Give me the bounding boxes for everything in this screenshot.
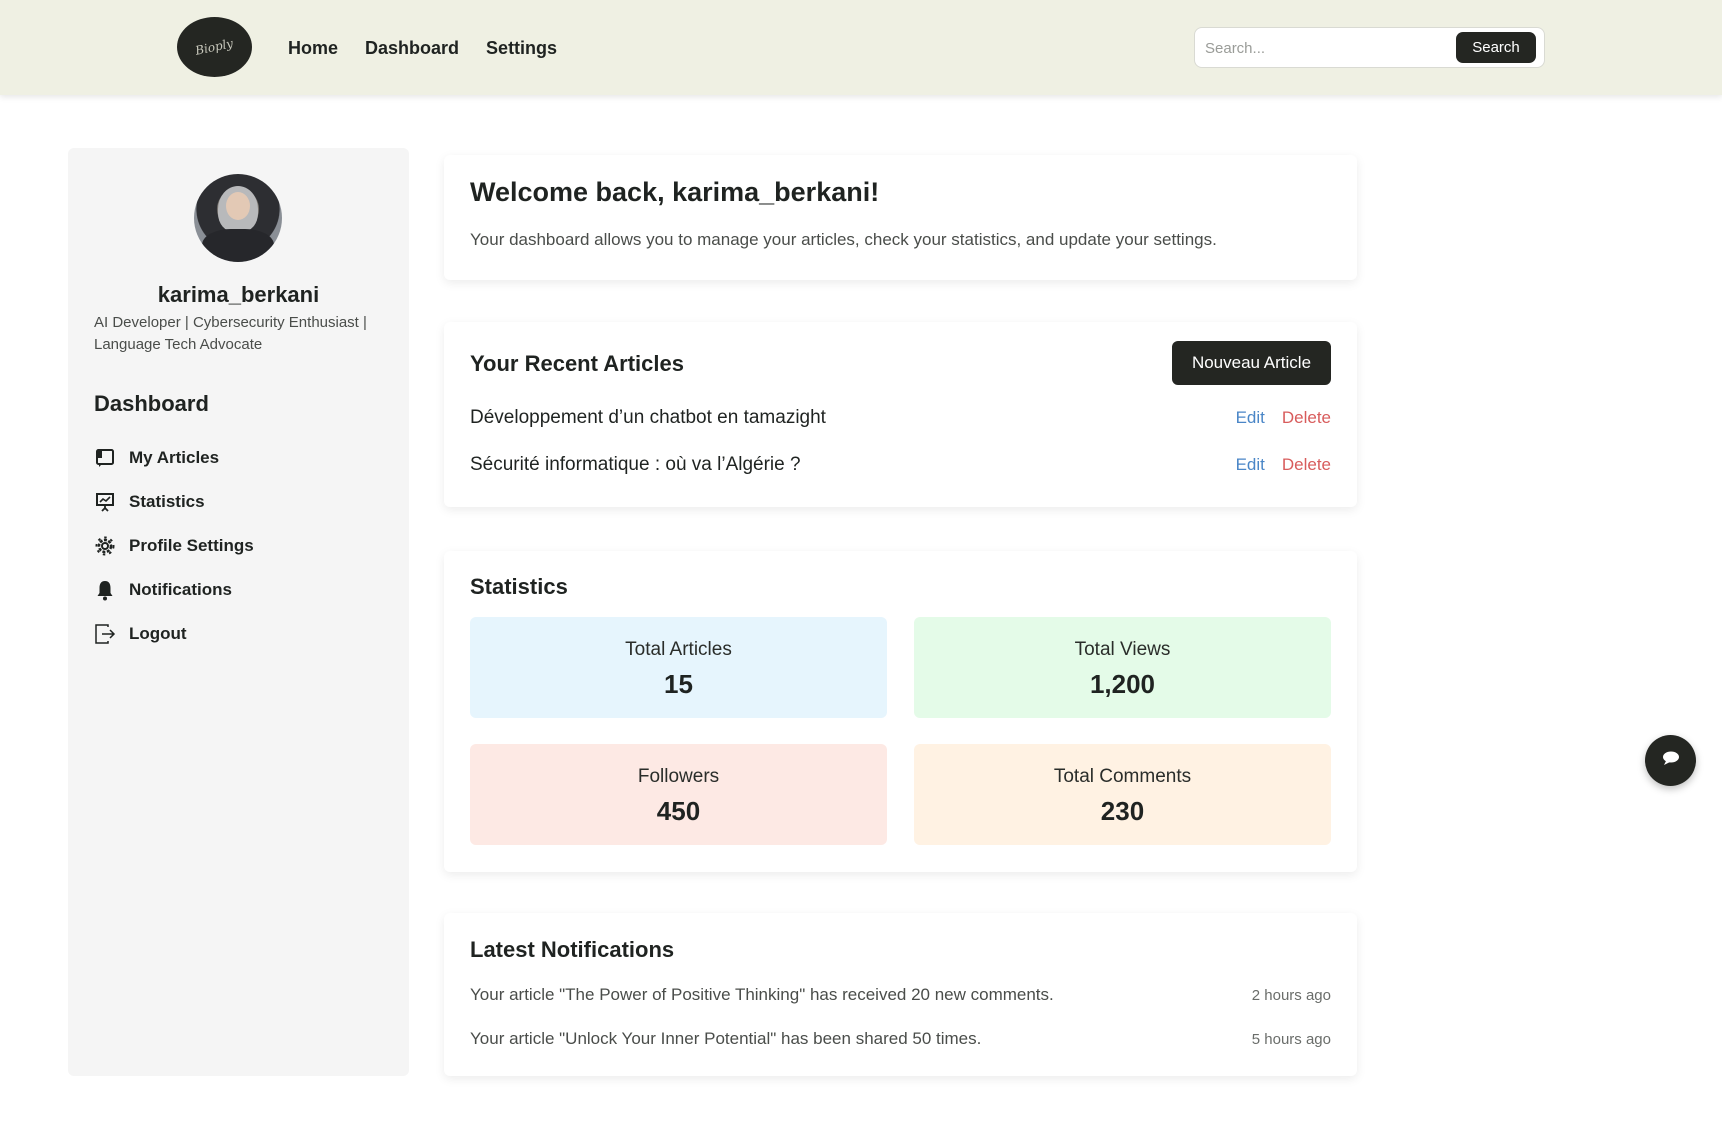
top-navbar: Bioply Home Dashboard Settings Search [0, 0, 1722, 95]
stat-value: 450 [656, 796, 701, 826]
logout-icon [94, 623, 116, 645]
sidebar-item-label: My Articles [129, 448, 220, 467]
nav-settings-link[interactable]: Settings [486, 38, 557, 59]
statistics-title: Statistics [470, 574, 568, 599]
article-title[interactable]: Développement d’un chatbot en tamazight [470, 407, 826, 429]
welcome-card: Welcome back, karima_berkani! Your dashb… [444, 155, 1357, 280]
sidebar-menu: My Articles Statistics Profile Settings … [94, 436, 254, 656]
article-row: Sécurité informatique : où va l’Algérie … [470, 450, 1331, 480]
stat-total-comments: Total Comments 230 [914, 744, 1331, 845]
stat-label: Followers [637, 766, 720, 787]
profile-username: karima_berkani [157, 282, 320, 307]
notification-time: 5 hours ago [1251, 1030, 1331, 1048]
sidebar-heading: Dashboard [94, 391, 209, 416]
recent-articles-title: Your Recent Articles [470, 351, 684, 376]
logo[interactable]: Bioply [177, 17, 252, 77]
nav-dashboard-link[interactable]: Dashboard [365, 38, 459, 59]
new-article-button[interactable]: Nouveau Article [1172, 341, 1331, 385]
sidebar-item-statistics[interactable]: Statistics [94, 480, 254, 524]
stat-value: 230 [1100, 796, 1145, 826]
chat-button[interactable] [1645, 735, 1696, 786]
statistics-card: Statistics Total Articles 15 Total Views… [444, 551, 1357, 872]
welcome-text: Your dashboard allows you to manage your… [470, 230, 1217, 249]
delete-link[interactable]: Delete [1282, 408, 1331, 428]
stat-value: 15 [664, 669, 693, 699]
sidebar: karima_berkani AI Developer | Cybersecur… [68, 148, 409, 1076]
chat-bubble-icon [1661, 750, 1681, 771]
notification-message: Your article "Unlock Your Inner Potentia… [470, 1029, 982, 1048]
stat-label: Total Views [1074, 639, 1171, 660]
sidebar-item-label: Profile Settings [129, 536, 254, 555]
sidebar-item-my-articles[interactable]: My Articles [94, 436, 254, 480]
sidebar-item-label: Notifications [129, 580, 232, 599]
profile-bio: AI Developer | Cybersecurity Enthusiast … [94, 314, 367, 353]
stat-followers: Followers 450 [470, 744, 887, 845]
presentation-icon [94, 491, 116, 513]
articles-icon [94, 447, 116, 469]
logo-text: Bioply [194, 36, 235, 58]
stat-label: Total Comments [1053, 766, 1192, 787]
edit-link[interactable]: Edit [1236, 408, 1265, 428]
welcome-title: Welcome back, karima_berkani! [470, 177, 880, 207]
recent-articles-card: Your Recent Articles Nouveau Article Dév… [444, 322, 1357, 507]
edit-link[interactable]: Edit [1236, 455, 1265, 475]
notification-message: Your article "The Power of Positive Thin… [470, 985, 1054, 1004]
sidebar-item-logout[interactable]: Logout [94, 612, 254, 656]
notifications-title: Latest Notifications [470, 937, 675, 962]
search-input[interactable] [1205, 36, 1435, 60]
notification-item: Your article "The Power of Positive Thin… [470, 985, 1331, 1005]
article-title[interactable]: Sécurité informatique : où va l’Algérie … [470, 454, 801, 476]
search-button[interactable]: Search [1456, 32, 1536, 63]
sidebar-item-label: Logout [129, 624, 187, 643]
nav-home-link[interactable]: Home [288, 38, 338, 59]
stat-total-views: Total Views 1,200 [914, 617, 1331, 718]
gear-icon [94, 535, 116, 557]
sidebar-item-notifications[interactable]: Notifications [94, 568, 254, 612]
notification-time: 2 hours ago [1251, 986, 1331, 1004]
main-nav: Home Dashboard Settings [288, 38, 557, 59]
bell-icon [94, 579, 116, 601]
stat-value: 1,200 [1089, 669, 1156, 699]
avatar [194, 174, 282, 262]
notification-item: Your article "Unlock Your Inner Potentia… [470, 1029, 1331, 1049]
delete-link[interactable]: Delete [1282, 455, 1331, 475]
article-row: Développement d’un chatbot en tamazight … [470, 403, 1331, 433]
sidebar-item-label: Statistics [129, 492, 205, 511]
sidebar-item-profile-settings[interactable]: Profile Settings [94, 524, 254, 568]
stat-label: Total Articles [625, 639, 732, 660]
search-bar: Search [1194, 27, 1545, 68]
notifications-card: Latest Notifications Your article "The P… [444, 913, 1357, 1076]
stat-total-articles: Total Articles 15 [470, 617, 887, 718]
